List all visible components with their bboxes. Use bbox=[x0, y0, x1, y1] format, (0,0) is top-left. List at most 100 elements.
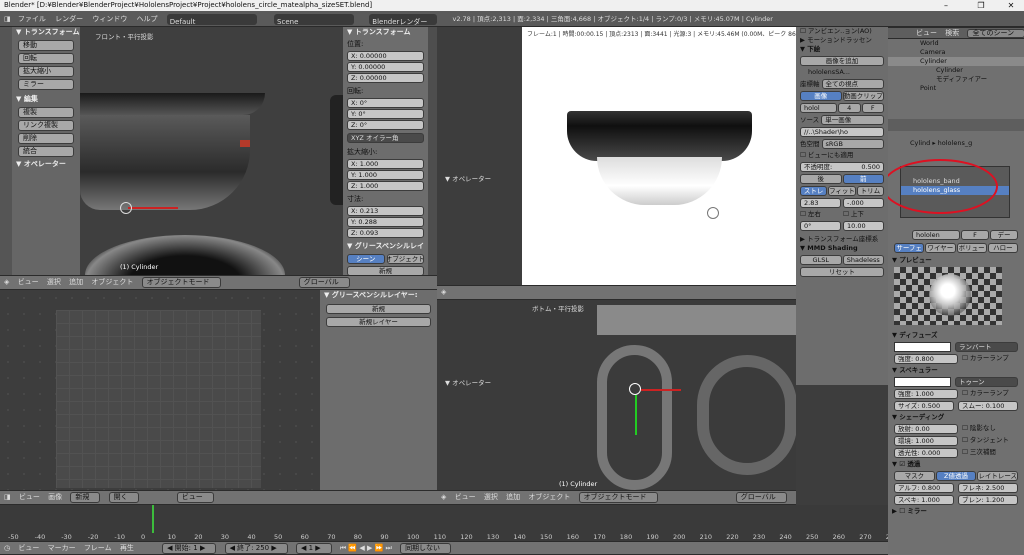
fake-user-button[interactable]: F bbox=[861, 103, 884, 113]
menu-add[interactable]: 追加 bbox=[69, 278, 83, 286]
shadeless-checkbox[interactable]: ☐ 陰影なし bbox=[962, 424, 1018, 433]
mirror-title[interactable]: ▶ ☐ ミラー bbox=[888, 507, 1024, 516]
dim-z-field[interactable]: Z: 0.093 bbox=[347, 228, 424, 238]
menu-select[interactable]: 選択 bbox=[484, 493, 498, 501]
editor-type-icon[interactable]: ◷ bbox=[4, 544, 10, 552]
close-icon[interactable]: ✕ bbox=[1000, 0, 1022, 11]
outliner-modifiers[interactable]: モディファイアー bbox=[888, 75, 1024, 84]
editor-type-icon[interactable]: ◈ bbox=[4, 278, 9, 286]
flip-x-checkbox[interactable]: ☐ 左右 bbox=[800, 210, 841, 219]
crop-button[interactable]: トリム bbox=[856, 186, 884, 196]
specular-title[interactable]: ▼ スペキュラー bbox=[888, 366, 1024, 375]
shading-title[interactable]: ▼ シェーディング bbox=[888, 413, 1024, 422]
rotation-x-field[interactable]: X: 0° bbox=[347, 98, 424, 108]
bottom-viewport[interactable]: ボトム・平行投影 ▼ オペレーター (1) Cylinder bbox=[437, 300, 796, 490]
specular-alpha-field[interactable]: スペキ: 1.000 bbox=[894, 495, 954, 505]
raytrace-tab[interactable]: レイトレース bbox=[977, 471, 1019, 481]
npanel-tabs[interactable] bbox=[428, 27, 437, 275]
mode-selector[interactable]: オブジェクトモード bbox=[578, 492, 658, 503]
view-apply-checkbox[interactable]: ☐ ビューにも適用 bbox=[796, 151, 888, 160]
front-viewport[interactable]: フロント・平行投影 (1) Cylinder bbox=[80, 27, 343, 275]
timeline-menu-frame[interactable]: フレーム bbox=[84, 544, 112, 552]
mmd-shading-title[interactable]: ▼ MMD Shading bbox=[796, 244, 888, 253]
end-frame-field[interactable]: ◀ 終了: 250 ▶ bbox=[224, 543, 288, 554]
new-layer-button[interactable]: 新規レイヤー bbox=[326, 317, 431, 327]
halo-tab[interactable]: ハロー bbox=[987, 243, 1018, 253]
material-name-field[interactable]: hololen bbox=[912, 230, 960, 240]
outliner-display-mode[interactable]: 全てのシーン bbox=[967, 29, 1024, 38]
axis-select[interactable]: 全ての視点 bbox=[821, 79, 884, 89]
playback-controls-icon[interactable]: ⏮ ⏪ ◀ ▶ ⏩ ⏭ bbox=[340, 544, 392, 552]
add-image-button[interactable]: 画像を追加 bbox=[800, 56, 884, 66]
breadcrumb-object[interactable]: Cylind bbox=[910, 139, 930, 147]
colorspace-select[interactable]: sRGB bbox=[821, 139, 884, 149]
specular-intensity-field[interactable]: 強度: 1.000 bbox=[894, 389, 958, 399]
scene-selector[interactable]: Scene bbox=[274, 13, 355, 26]
tangent-checkbox[interactable]: ☐ タンジェント bbox=[962, 436, 1018, 445]
image-tab[interactable]: 画像 bbox=[800, 91, 842, 101]
mirror-button[interactable]: ミラー bbox=[18, 79, 74, 90]
specular-size-field[interactable]: サイズ: 0.500 bbox=[894, 401, 954, 411]
location-z-field[interactable]: Z: 0.00000 bbox=[347, 73, 424, 83]
dim-y-field[interactable]: Y: 0.288 bbox=[347, 217, 424, 227]
volume-tab[interactable]: ボリュー bbox=[956, 243, 987, 253]
menu-select[interactable]: 選択 bbox=[47, 278, 61, 286]
reset-button[interactable]: リセット bbox=[800, 267, 884, 277]
menu-object[interactable]: オブジェクト bbox=[91, 278, 133, 286]
specular-color-swatch[interactable] bbox=[894, 377, 951, 387]
outliner-point[interactable]: Point bbox=[888, 84, 1024, 93]
menu-view[interactable]: ビュー bbox=[18, 278, 39, 286]
menu-object[interactable]: オブジェクト bbox=[528, 493, 570, 501]
menu-render[interactable]: レンダー bbox=[55, 11, 83, 27]
shadeless-button[interactable]: Shadeless bbox=[842, 255, 884, 265]
size-field[interactable]: 2.83 bbox=[800, 198, 841, 208]
gp-layers-new-button[interactable]: 新規 bbox=[326, 304, 431, 314]
outliner-camera[interactable]: Camera bbox=[888, 48, 1024, 57]
rotation-z-field[interactable]: Z: 0° bbox=[347, 120, 424, 130]
offset-field[interactable]: -.000 bbox=[843, 198, 884, 208]
layout-selector[interactable]: Default bbox=[166, 13, 257, 26]
stretch-button[interactable]: ストレ bbox=[800, 186, 828, 196]
properties-tab-bar[interactable] bbox=[888, 119, 1024, 131]
emit-field[interactable]: 放射: 0.00 bbox=[894, 424, 958, 434]
x-axis-gizmo[interactable] bbox=[128, 207, 178, 209]
image-editor-viewport[interactable] bbox=[0, 290, 320, 490]
join-button[interactable]: 統合 bbox=[18, 146, 74, 157]
transform-orientation-title[interactable]: ▶ トランスフォーム座標系 bbox=[796, 235, 888, 244]
ambient-field[interactable]: 環境: 1.000 bbox=[894, 436, 958, 446]
link-duplicate-button[interactable]: リンク複製 bbox=[18, 120, 74, 131]
location-x-field[interactable]: X: 0.00000 bbox=[347, 51, 424, 61]
toolshelf-tabs[interactable] bbox=[0, 27, 12, 275]
render-preview[interactable]: フレーム:1 | 時間:00:00.15 | 頂点:2313 | 面:3441 … bbox=[522, 27, 796, 285]
editor-type-icon[interactable]: ◨ bbox=[4, 493, 11, 501]
fresnel-field[interactable]: フレネ: 2.500 bbox=[958, 483, 1018, 493]
bg-image-name[interactable]: hololensSA... bbox=[796, 68, 888, 77]
rotation-field[interactable]: 0° bbox=[800, 221, 841, 231]
gp-new-button[interactable]: 新規 bbox=[347, 266, 424, 275]
start-frame-field[interactable]: ◀ 開始: 1 ▶ bbox=[162, 543, 217, 554]
render-engine-selector[interactable]: Blenderレンダー bbox=[369, 13, 438, 26]
scale-y-field[interactable]: Y: 1.000 bbox=[347, 170, 424, 180]
x-axis-gizmo-bottom[interactable] bbox=[641, 389, 681, 391]
editor-type-icon[interactable]: ◈ bbox=[441, 288, 446, 296]
menu-image[interactable]: 画像 bbox=[48, 493, 62, 501]
menu-help[interactable]: ヘルプ bbox=[137, 11, 158, 27]
wire-tab[interactable]: ワイヤー bbox=[925, 243, 956, 253]
mode-selector[interactable]: オブジェクトモード bbox=[141, 277, 221, 288]
material-fake-user[interactable]: F bbox=[961, 230, 989, 240]
menu-window[interactable]: ウィンドウ bbox=[92, 11, 127, 27]
motion-row[interactable]: ▶ モーションドラッセン bbox=[796, 36, 888, 45]
outliner-search-menu[interactable]: 検索 bbox=[945, 29, 959, 37]
menu-view[interactable]: ビュー bbox=[19, 493, 40, 501]
alpha-field[interactable]: アルフ: 0.800 bbox=[894, 483, 954, 493]
breadcrumb-material[interactable]: hololens_g bbox=[938, 139, 973, 147]
orientation-selector[interactable]: グローバル bbox=[298, 277, 350, 288]
rotation-y-field[interactable]: Y: 0° bbox=[347, 109, 424, 119]
scale-z-field[interactable]: Z: 1.000 bbox=[347, 181, 424, 191]
cubic-checkbox[interactable]: ☐ 三次補間 bbox=[962, 448, 1018, 457]
source-select[interactable]: 単一画像 bbox=[821, 115, 884, 125]
minimize-icon[interactable]: – bbox=[935, 0, 957, 11]
rotation-mode-select[interactable]: XYZ オイラー角 bbox=[347, 133, 424, 143]
orientation-selector[interactable]: グローバル bbox=[735, 492, 787, 503]
location-y-field[interactable]: Y: 0.00000 bbox=[347, 62, 424, 72]
